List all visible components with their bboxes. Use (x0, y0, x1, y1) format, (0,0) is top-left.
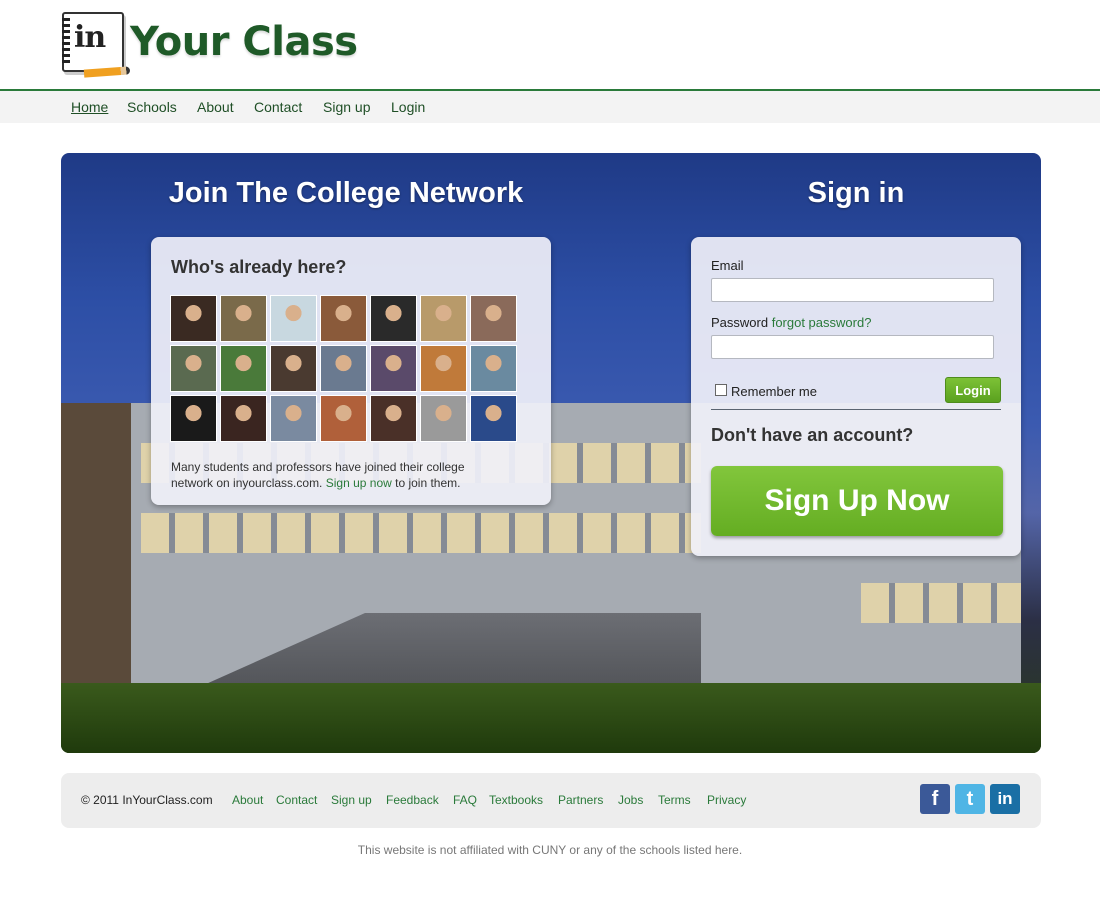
nav-signup[interactable]: Sign up (323, 99, 370, 115)
footer: © 2011 InYourClass.com About Contact Sig… (61, 773, 1041, 828)
password-field[interactable] (711, 335, 994, 359)
footer-link-contact[interactable]: Contact (276, 793, 317, 807)
logo[interactable]: in Your Class (62, 10, 358, 78)
password-label: Password forgot password? (711, 315, 871, 330)
sign-up-now-button[interactable]: Sign Up Now (711, 466, 1003, 536)
member-avatar[interactable] (370, 295, 417, 342)
member-avatar[interactable] (470, 295, 517, 342)
member-avatar[interactable] (170, 395, 217, 442)
member-avatar[interactable] (470, 345, 517, 392)
twitter-icon[interactable]: t (955, 784, 985, 814)
remember-me-label: Remember me (731, 384, 817, 399)
nav-schools[interactable]: Schools (127, 99, 177, 115)
no-account-heading: Don't have an account? (711, 425, 914, 445)
member-avatar[interactable] (420, 295, 467, 342)
notebook-logo-icon: in (62, 12, 131, 78)
join-heading: Join The College Network (168, 177, 524, 209)
nav-about[interactable]: About (197, 99, 234, 115)
who-text: Many students and professors have joined… (171, 459, 501, 491)
member-avatar[interactable] (320, 345, 367, 392)
lawn (61, 683, 1041, 753)
footer-link-feedback[interactable]: Feedback (386, 793, 439, 807)
remember-me-checkbox[interactable] (715, 384, 727, 396)
member-avatar[interactable] (470, 395, 517, 442)
member-avatar[interactable] (270, 295, 317, 342)
facebook-icon[interactable]: f (920, 784, 950, 814)
member-avatar[interactable] (320, 295, 367, 342)
login-button[interactable]: Login (945, 377, 1001, 403)
member-avatar[interactable] (370, 395, 417, 442)
footer-link-jobs[interactable]: Jobs (618, 793, 643, 807)
footer-link-faq[interactable]: FAQ (453, 793, 477, 807)
footer-link-about[interactable]: About (232, 793, 263, 807)
member-avatar[interactable] (320, 395, 367, 442)
header: in Your Class (0, 0, 1100, 90)
disclaimer: This website is not affiliated with CUNY… (357, 843, 743, 857)
footer-link-signup[interactable]: Sign up (331, 793, 372, 807)
member-avatar[interactable] (420, 395, 467, 442)
signin-heading: Sign in (807, 177, 905, 209)
nav-contact[interactable]: Contact (254, 99, 302, 115)
member-avatar[interactable] (370, 345, 417, 392)
forgot-password-link[interactable]: forgot password? (772, 315, 872, 330)
footer-link-privacy[interactable]: Privacy (707, 793, 746, 807)
member-avatar[interactable] (270, 395, 317, 442)
who-text-after: to join them. (391, 476, 461, 490)
logo-mark: in (74, 20, 106, 55)
main-nav: Home Schools About Contact Sign up Login (0, 89, 1100, 123)
member-avatar[interactable] (220, 345, 267, 392)
divider (711, 409, 1001, 410)
email-label: Email (711, 258, 744, 273)
nav-login[interactable]: Login (391, 99, 425, 115)
member-avatar[interactable] (270, 345, 317, 392)
member-avatar[interactable] (170, 345, 217, 392)
email-field[interactable] (711, 278, 994, 302)
member-avatar[interactable] (220, 295, 267, 342)
signin-panel: Email Password forgot password? Remember… (691, 237, 1021, 556)
pencil-icon (83, 66, 131, 78)
who-panel: Who's already here? Many students and pr… (151, 237, 551, 505)
footer-link-terms[interactable]: Terms (658, 793, 691, 807)
hero-banner: Join The College Network Sign in Who's a… (61, 153, 1041, 753)
copyright: © 2011 InYourClass.com (81, 793, 213, 807)
logo-text: Your Class (130, 19, 358, 65)
linkedin-icon[interactable]: in (990, 784, 1020, 814)
footer-link-partners[interactable]: Partners (558, 793, 603, 807)
footer-link-textbooks[interactable]: Textbooks (489, 793, 543, 807)
signup-now-link[interactable]: Sign up now (326, 476, 392, 490)
nav-home[interactable]: Home (71, 99, 108, 115)
avatar-grid (170, 295, 517, 442)
member-avatar[interactable] (220, 395, 267, 442)
member-avatar[interactable] (420, 345, 467, 392)
member-avatar[interactable] (170, 295, 217, 342)
who-title: Who's already here? (171, 257, 347, 277)
password-label-text: Password (711, 315, 769, 330)
